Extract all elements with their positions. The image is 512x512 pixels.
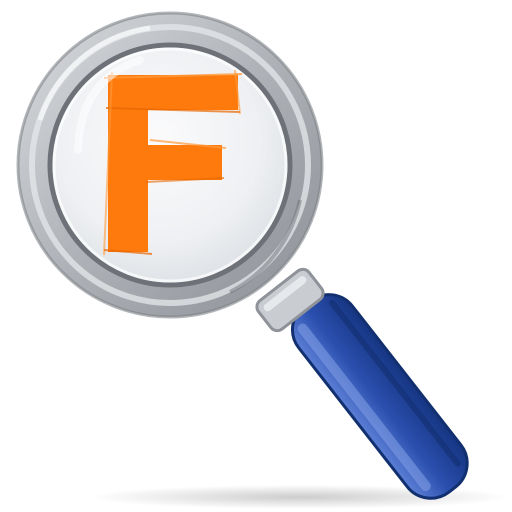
app-icon [0,0,512,512]
handle [290,293,469,500]
magnifier-f-icon [16,11,510,509]
